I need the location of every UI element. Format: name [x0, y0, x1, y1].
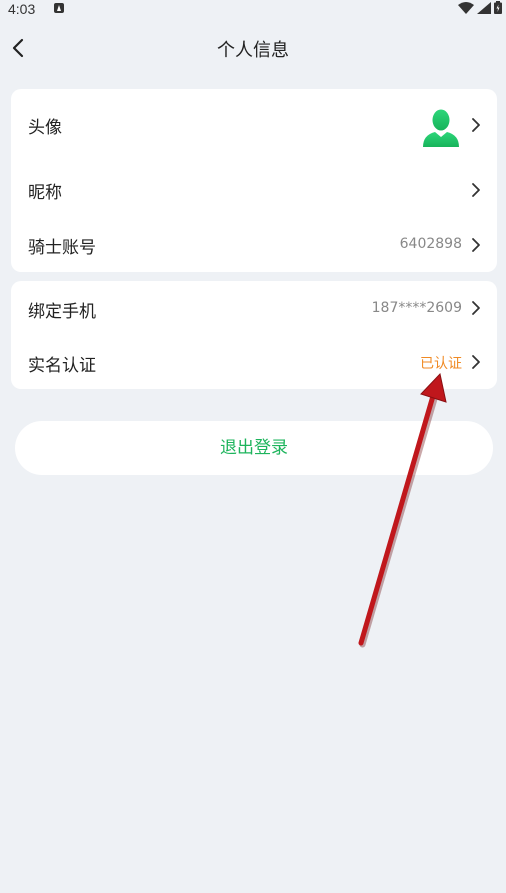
account-card: 绑定手机 187****2609 实名认证 已认证 [11, 281, 497, 389]
real-name-row[interactable]: 实名认证 已认证 [11, 335, 497, 389]
signal-icon [477, 1, 491, 14]
avatar-label: 头像 [28, 118, 62, 138]
status-bar: 4:03 [0, 0, 506, 18]
chevron-right-icon [472, 355, 480, 369]
chevron-right-icon [472, 301, 480, 315]
nickname-row[interactable]: 昵称 [11, 161, 497, 217]
wifi-icon [458, 1, 474, 14]
nav-bar: 个人信息 [0, 26, 506, 70]
rider-account-label: 骑士账号 [28, 238, 96, 258]
phone-label: 绑定手机 [28, 302, 96, 322]
phone-value: 187****2609 [371, 300, 462, 316]
status-icons [458, 1, 502, 14]
notification-icon [54, 3, 64, 13]
rider-account-row[interactable]: 骑士账号 6402898 [11, 217, 497, 272]
real-name-label: 实名认证 [28, 356, 96, 376]
chevron-right-icon [472, 118, 480, 132]
chevron-right-icon [472, 238, 480, 252]
page-title: 个人信息 [217, 40, 289, 61]
logout-button[interactable]: 退出登录 [15, 421, 493, 475]
chevron-right-icon [472, 183, 480, 197]
verified-status: 已认证 [420, 356, 462, 372]
rider-account-value: 6402898 [399, 236, 462, 252]
status-time: 4:03 [8, 1, 36, 17]
avatar-row[interactable]: 头像 [11, 89, 497, 161]
battery-icon [494, 1, 502, 14]
profile-card: 头像 昵称 骑士账号 6402898 [11, 89, 497, 272]
nickname-label: 昵称 [28, 183, 62, 203]
phone-row[interactable]: 绑定手机 187****2609 [11, 281, 497, 335]
avatar-icon [423, 109, 459, 147]
